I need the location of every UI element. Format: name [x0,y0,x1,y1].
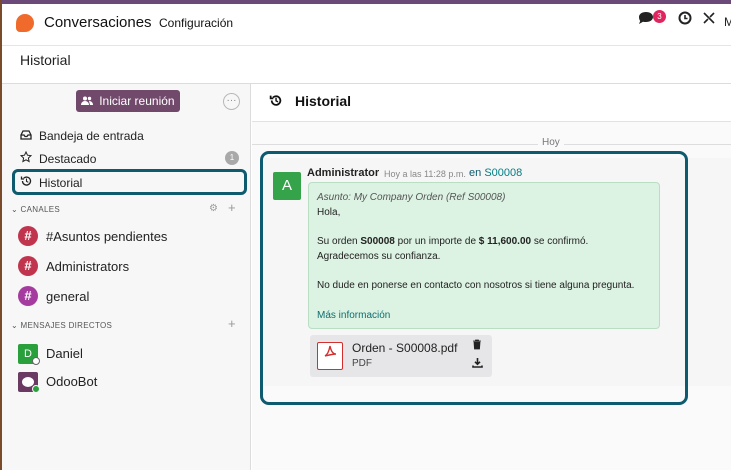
clock-icon[interactable] [678,11,692,28]
chat-icon[interactable] [638,11,654,28]
app-logo-icon[interactable] [16,14,34,32]
tools-icon[interactable] [702,11,716,28]
sidebar-dm-daniel[interactable]: Daniel [46,346,83,361]
sidebar-item-label: Destacado [39,152,97,166]
chevron-down-icon: ⌄ [11,321,21,330]
sidebar-channel-general[interactable]: general [46,289,89,304]
history-icon [269,94,282,110]
top-navbar: Conversaciones Configuración 3 M [2,0,731,46]
sidebar-channel-administrators[interactable]: Administrators [46,259,129,274]
start-meeting-button[interactable]: Iniciar reunión [76,90,180,112]
top-color-strip [2,0,731,4]
thread-title: Historial [295,93,352,109]
app-title[interactable]: Conversaciones [44,14,152,31]
start-meeting-label: Iniciar reunión [99,94,175,108]
sidebar: Iniciar reunión ··· Bandeja de entrada D… [2,84,251,470]
thread-header: Historial [252,84,731,122]
chevron-down-icon: ⌄ [11,205,21,214]
day-separator [252,144,731,145]
inbox-icon [20,130,34,143]
sidebar-item-inbox[interactable]: Bandeja de entrada [20,129,144,143]
sidebar-dm-odoobot[interactable]: OdooBot [46,374,97,389]
channel-hash-icon: # [18,226,38,246]
direct-messages-section-header[interactable]: ⌄ MENSAJES DIRECTOS [11,321,112,330]
breadcrumb-title: Historial [20,52,71,68]
message-highlight-frame [260,151,688,405]
channels-settings-icon[interactable]: ⚙ [209,203,218,214]
more-options-icon[interactable]: ··· [223,93,240,110]
history-highlight-frame [12,169,247,195]
add-channel-icon[interactable]: + [228,200,236,215]
sidebar-item-label: Bandeja de entrada [39,129,144,143]
menu-configuracion[interactable]: Configuración [159,16,233,30]
star-icon [19,150,34,166]
sidebar-item-starred[interactable]: Destacado [19,150,97,166]
status-offline-icon [32,357,40,365]
channel-hash-icon: # [18,256,38,276]
messages-count-badge: 3 [653,10,666,23]
breadcrumb: Historial [2,46,731,84]
channels-section-header[interactable]: ⌄ CANALES [11,205,60,214]
user-menu-truncated[interactable]: M [724,15,731,29]
status-online-icon [32,385,40,393]
users-icon [81,96,96,108]
add-direct-message-icon[interactable]: + [228,316,236,331]
channel-hash-icon: # [18,286,38,306]
sidebar-channel-asuntos[interactable]: #Asuntos pendientes [46,229,167,244]
day-label: Hoy [538,137,564,148]
starred-count-badge: 1 [225,151,239,165]
